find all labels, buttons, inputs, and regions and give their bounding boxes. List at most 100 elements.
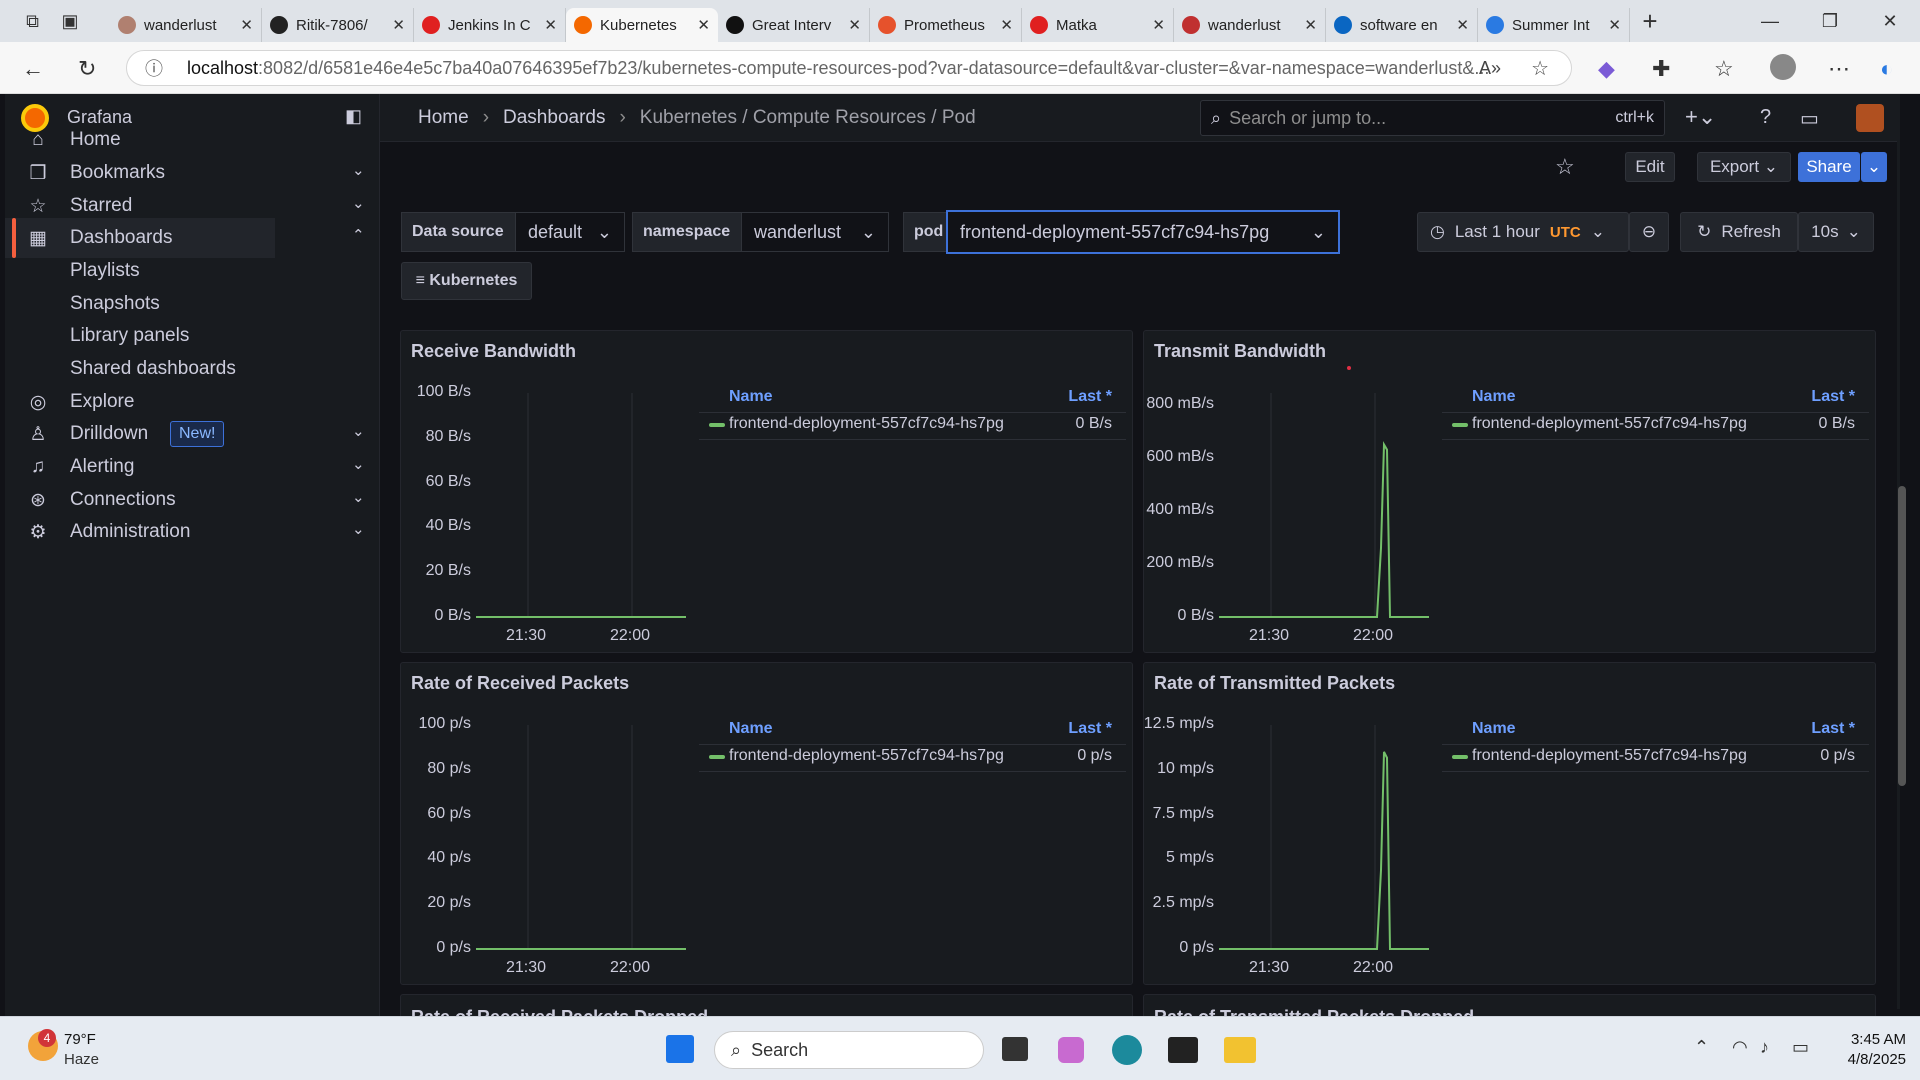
battery-icon[interactable]: ▭ bbox=[1792, 1037, 1809, 1058]
namespace-select[interactable]: wanderlust ⌄ bbox=[741, 212, 889, 252]
legend-series-name[interactable]: frontend-deployment-557cf7c94-hs7pg bbox=[1472, 747, 1747, 765]
close-tab-icon[interactable]: ✕ bbox=[1456, 16, 1469, 34]
chevron-down-icon[interactable]: ⌄ bbox=[352, 161, 365, 179]
browser-tab[interactable]: wanderlust ✕ bbox=[110, 8, 262, 42]
export-button[interactable]: Export ⌄ bbox=[1697, 152, 1791, 182]
share-options-button[interactable]: ⌄ bbox=[1861, 152, 1887, 182]
terminal-icon[interactable] bbox=[1168, 1037, 1198, 1063]
dock-menu-icon[interactable]: ◧ bbox=[345, 106, 362, 127]
show-hidden-icons[interactable]: ⌃ bbox=[1694, 1037, 1709, 1058]
legend-name-header[interactable]: Name bbox=[729, 720, 773, 738]
wifi-icon[interactable]: ◠ bbox=[1732, 1037, 1748, 1058]
workspaces-icon[interactable]: ⧉ bbox=[15, 11, 50, 32]
close-tab-icon[interactable]: ✕ bbox=[1304, 16, 1317, 34]
close-tab-icon[interactable]: ✕ bbox=[1152, 16, 1165, 34]
extensions-icon[interactable]: ✚ bbox=[1652, 56, 1670, 82]
scrollbar-thumb[interactable] bbox=[1898, 486, 1906, 786]
browser-tab[interactable]: Summer Int ✕ bbox=[1478, 8, 1630, 42]
close-tab-icon[interactable]: ✕ bbox=[697, 16, 710, 34]
task-view-icon[interactable] bbox=[1002, 1037, 1028, 1061]
mark-favorite-icon[interactable]: ☆ bbox=[1555, 154, 1575, 180]
legend-last-header[interactable]: Last * bbox=[1068, 388, 1112, 406]
back-icon[interactable]: ← bbox=[22, 56, 44, 82]
legend-name-header[interactable]: Name bbox=[729, 388, 773, 406]
panel-rate-of-transmitted-packets[interactable]: Rate of Transmitted Packets 12.5 mp/s 10 m… bbox=[1143, 662, 1876, 985]
datasource-select[interactable]: default ⌄ bbox=[515, 212, 625, 252]
close-tab-icon[interactable]: ✕ bbox=[544, 16, 557, 34]
zoom-out-icon[interactable]: ⊖ bbox=[1629, 212, 1669, 252]
browser-tab[interactable]: Prometheus ✕ bbox=[870, 8, 1022, 42]
legend-last-header[interactable]: Last * bbox=[1068, 720, 1112, 738]
legend-name-header[interactable]: Name bbox=[1472, 720, 1516, 738]
kubernetes-links-button[interactable]: ≡ Kubernetes bbox=[401, 262, 532, 300]
breadcrumb-dashboards[interactable]: Dashboards bbox=[503, 107, 605, 129]
chevron-down-icon[interactable]: ⌄ bbox=[352, 194, 365, 212]
url-field[interactable]: ⓘ localhost:8082/d/6581e46e4e5c7ba40a076… bbox=[126, 50, 1572, 86]
nav-item-administration[interactable]: ⚙ Administration bbox=[5, 512, 275, 552]
favorites-icon[interactable]: ☆ bbox=[1714, 56, 1734, 82]
taskbar-search[interactable]: ⌕ Search bbox=[714, 1031, 984, 1069]
plot-area[interactable] bbox=[476, 725, 686, 951]
legend-series-name[interactable]: frontend-deployment-557cf7c94-hs7pg bbox=[729, 747, 1004, 765]
profile-avatar[interactable] bbox=[1770, 54, 1796, 80]
close-tab-icon[interactable]: ✕ bbox=[240, 16, 253, 34]
search-input[interactable]: ⌕ Search or jump to... ctrl+k bbox=[1200, 100, 1665, 136]
minimize-icon[interactable]: — bbox=[1740, 11, 1800, 32]
edit-button[interactable]: Edit bbox=[1625, 152, 1675, 182]
panel-rate-of-received-packets[interactable]: Rate of Received Packets 100 p/s 80 p/s 60 … bbox=[400, 662, 1133, 985]
legend-name-header[interactable]: Name bbox=[1472, 388, 1516, 406]
browser-tab[interactable]: Jenkins In C ✕ bbox=[414, 8, 566, 42]
plot-area[interactable] bbox=[1219, 725, 1429, 951]
start-icon[interactable] bbox=[666, 1035, 694, 1063]
file-explorer-icon[interactable] bbox=[1224, 1037, 1256, 1063]
close-tab-icon[interactable]: ✕ bbox=[1608, 16, 1621, 34]
new-tab-icon[interactable]: + bbox=[1630, 6, 1670, 37]
chevron-down-icon[interactable]: ⌄ bbox=[352, 422, 365, 440]
favorite-star-icon[interactable]: ☆ bbox=[1531, 56, 1549, 81]
close-tab-icon[interactable]: ✕ bbox=[1000, 16, 1013, 34]
refresh-button[interactable]: ↻ Refresh bbox=[1680, 212, 1798, 252]
panel-receive-bandwidth[interactable]: Receive Bandwidth 100 B/s 80 B/s 60 B/s 40 B… bbox=[400, 330, 1133, 653]
clock-date[interactable]: 4/8/2025 bbox=[1826, 1051, 1906, 1068]
site-info-icon[interactable]: ⓘ bbox=[145, 55, 163, 81]
browser-tab[interactable]: wanderlust ✕ bbox=[1174, 8, 1326, 42]
news-icon[interactable]: ▭ bbox=[1800, 106, 1819, 131]
pod-select[interactable]: frontend-deployment-557cf7c94-hs7pg ⌄ bbox=[946, 210, 1340, 254]
chevron-down-icon[interactable]: ⌄ bbox=[352, 520, 365, 538]
reload-icon[interactable]: ↻ bbox=[78, 56, 96, 82]
legend-last-header[interactable]: Last * bbox=[1811, 720, 1855, 738]
browser-tab[interactable]: Matka ✕ bbox=[1022, 8, 1174, 42]
chevron-down-icon[interactable]: ⌄ bbox=[352, 455, 365, 473]
copilot-ext-icon[interactable]: ◆ bbox=[1598, 56, 1615, 82]
clock-time[interactable]: 3:45 AM bbox=[1836, 1031, 1906, 1048]
copilot-icon[interactable]: ◐ bbox=[1880, 56, 1893, 82]
more-icon[interactable]: ⋯ bbox=[1828, 56, 1850, 82]
refresh-interval-select[interactable]: 10s ⌄ bbox=[1798, 212, 1874, 252]
close-window-icon[interactable]: ✕ bbox=[1860, 11, 1920, 32]
restore-icon[interactable]: ❐ bbox=[1800, 11, 1860, 32]
share-button[interactable]: Share bbox=[1798, 152, 1860, 182]
legend-series-name[interactable]: frontend-deployment-557cf7c94-hs7pg bbox=[1472, 415, 1747, 433]
close-tab-icon[interactable]: ✕ bbox=[392, 16, 405, 34]
tab-actions-icon[interactable]: ▣ bbox=[50, 11, 90, 32]
edge-icon[interactable] bbox=[1112, 1035, 1142, 1065]
browser-tab[interactable]: Ritik-7806/ ✕ bbox=[262, 8, 414, 42]
help-icon[interactable]: ? bbox=[1760, 106, 1771, 129]
panel-transmit-bandwidth[interactable]: Transmit Bandwidth 800 mB/s 600 mB/s 400 mB… bbox=[1143, 330, 1876, 653]
user-avatar[interactable] bbox=[1856, 104, 1884, 132]
plot-area[interactable] bbox=[476, 393, 686, 619]
breadcrumb-home[interactable]: Home bbox=[418, 107, 469, 129]
plot-area[interactable] bbox=[1219, 393, 1429, 619]
legend-last-header[interactable]: Last * bbox=[1811, 388, 1855, 406]
copilot-app-icon[interactable] bbox=[1058, 1037, 1084, 1063]
legend-series-name[interactable]: frontend-deployment-557cf7c94-hs7pg bbox=[729, 415, 1004, 433]
time-range-picker[interactable]: ◷ Last 1 hour UTC ⌄ bbox=[1417, 212, 1629, 252]
browser-tab[interactable]: Great Interv ✕ bbox=[718, 8, 870, 42]
chevron-up-icon[interactable]: ⌃ bbox=[352, 226, 365, 244]
chevron-down-icon[interactable]: ⌄ bbox=[352, 488, 365, 506]
browser-tab[interactable]: software en ✕ bbox=[1326, 8, 1478, 42]
read-aloud-icon[interactable]: A» bbox=[1479, 58, 1501, 79]
volume-icon[interactable]: ♪ bbox=[1760, 1037, 1769, 1058]
browser-tab[interactable]: Kubernetes ✕ bbox=[566, 8, 718, 42]
add-new-icon[interactable]: +⌄ bbox=[1685, 104, 1716, 130]
